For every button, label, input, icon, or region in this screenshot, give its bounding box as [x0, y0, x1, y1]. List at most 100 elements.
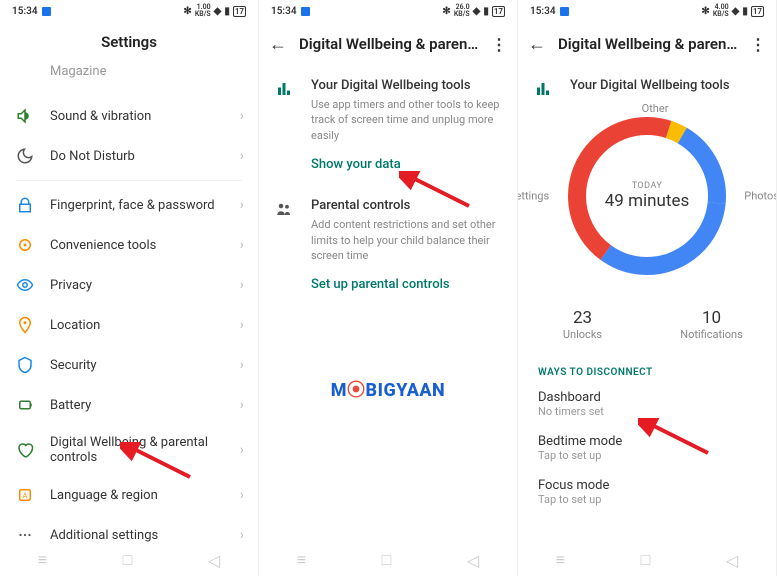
today-label: TODAY — [632, 181, 663, 191]
settings-item-language[interactable]: A Language & region › — [0, 475, 258, 515]
donut-center: TODAY 49 minutes — [557, 106, 737, 286]
item-label: Magazine — [50, 64, 244, 79]
nav-back-icon[interactable]: ◁ — [726, 551, 738, 570]
tools-title: Your Digital Wellbeing tools — [311, 78, 501, 93]
gear-icon — [16, 236, 34, 254]
back-icon[interactable]: ← — [269, 34, 287, 55]
nav-back-icon[interactable]: ◁ — [208, 551, 220, 570]
show-your-data-link[interactable]: Show your data — [259, 147, 517, 186]
chevron-right-icon: › — [240, 148, 244, 164]
chevron-right-icon: › — [240, 397, 244, 413]
wifi-icon: ◆ — [732, 6, 740, 17]
status-app-icon — [42, 7, 51, 16]
screen-wellbeing-intro: 15:34 ✻ 26.0KB/S ◆ ▮ 17 ← Digital Wellbe… — [259, 0, 518, 576]
dots-icon — [16, 526, 34, 544]
segment-label-other: Other — [642, 102, 669, 115]
parental-controls-block: Parental controls Add content restrictio… — [259, 186, 517, 267]
wifi-icon: ◆ — [214, 6, 222, 17]
nav-home-icon[interactable]: □ — [641, 550, 651, 570]
nav-home-icon[interactable]: □ — [382, 550, 392, 570]
nav-home-icon[interactable]: □ — [123, 550, 133, 570]
status-app-icon — [560, 7, 569, 16]
chart-icon — [534, 80, 552, 98]
chevron-right-icon: › — [240, 108, 244, 124]
language-icon: A — [16, 486, 34, 504]
tools-title: Your Digital Wellbeing tools — [570, 78, 760, 93]
bluetooth-icon: ✻ — [442, 6, 450, 17]
chevron-right-icon: › — [240, 527, 244, 543]
chevron-right-icon: › — [240, 197, 244, 213]
chevron-right-icon: › — [240, 357, 244, 373]
item-label: Convenience tools — [50, 238, 224, 253]
nav-recent-icon[interactable]: ≡ — [556, 550, 565, 570]
more-icon[interactable]: ⋮ — [491, 35, 507, 54]
back-icon[interactable]: ← — [528, 34, 546, 55]
chart-icon — [275, 80, 293, 143]
item-dashboard[interactable]: Dashboard No timers set — [518, 382, 776, 426]
segment-label-photos: Photos — [744, 190, 776, 203]
status-bar: 15:34 ✻ 4.00KB/S ◆ ▮ 17 — [518, 0, 776, 22]
settings-item-convenience[interactable]: Convenience tools › — [0, 225, 258, 265]
settings-item-battery[interactable]: Battery › — [0, 385, 258, 425]
family-icon — [275, 200, 293, 263]
screen-time-donut[interactable]: TODAY 49 minutes Other Photos Settings — [557, 106, 737, 286]
moon-icon — [16, 147, 34, 165]
signal-icon: ▮ — [224, 6, 230, 17]
item-label: Privacy — [50, 278, 224, 293]
battery-icon: 17 — [492, 6, 505, 17]
divider — [16, 180, 242, 181]
wellbeing-tools-block: Your Digital Wellbeing tools — [518, 66, 776, 98]
signal-icon: ▮ — [742, 6, 748, 17]
item-label: Fingerprint, face & password — [50, 198, 224, 213]
settings-item-wellbeing[interactable]: Digital Wellbeing & parental controls › — [0, 425, 258, 475]
chevron-right-icon: › — [240, 237, 244, 253]
ways-to-disconnect-header: WAYS TO DISCONNECT — [518, 353, 776, 382]
item-label: Battery — [50, 398, 224, 413]
status-bar: 15:34 ✻ 1.00KB/S ◆ ▮ 17 — [0, 0, 258, 22]
segment-label-settings: Settings — [518, 190, 549, 203]
shield-icon — [16, 356, 34, 374]
nav-recent-icon[interactable]: ≡ — [38, 550, 47, 570]
item-label: Security — [50, 358, 224, 373]
item-bedtime-mode[interactable]: Bedtime mode Tap to set up — [518, 426, 776, 470]
stat-notifications[interactable]: 10 Notifications — [647, 308, 776, 341]
heart-icon — [16, 441, 34, 459]
wellbeing-tools-block: Your Digital Wellbeing tools Use app tim… — [259, 66, 517, 147]
today-value: 49 minutes — [605, 191, 689, 211]
item-label: Additional settings — [50, 528, 224, 543]
bluetooth-icon: ✻ — [183, 6, 191, 17]
settings-item-privacy[interactable]: Privacy › — [0, 265, 258, 305]
pin-icon — [16, 316, 34, 334]
stat-unlocks[interactable]: 23 Unlocks — [518, 308, 647, 341]
settings-item-magazine[interactable]: Magazine — [0, 62, 258, 96]
nav-bar: ≡ □ ◁ — [0, 544, 258, 576]
setup-parental-link[interactable]: Set up parental controls — [259, 267, 517, 306]
bluetooth-icon: ✻ — [701, 6, 709, 17]
settings-item-additional[interactable]: Additional settings › — [0, 515, 258, 544]
page-title: Digital Wellbeing & paren… — [558, 35, 738, 53]
settings-item-sound[interactable]: Sound & vibration › — [0, 96, 258, 136]
battery-icon — [16, 396, 34, 414]
sound-icon — [16, 107, 34, 125]
nav-back-icon[interactable]: ◁ — [467, 551, 479, 570]
nav-recent-icon[interactable]: ≡ — [297, 550, 306, 570]
settings-item-dnd[interactable]: Do Not Disturb › — [0, 136, 258, 176]
settings-item-security[interactable]: Security › — [0, 345, 258, 385]
item-label: Do Not Disturb — [50, 149, 224, 164]
item-label: Location — [50, 318, 224, 333]
page-title: Digital Wellbeing & paren… — [299, 35, 479, 53]
settings-item-location[interactable]: Location › — [0, 305, 258, 345]
chevron-right-icon: › — [240, 487, 244, 503]
more-icon[interactable]: ⋮ — [750, 35, 766, 54]
battery-icon: 17 — [751, 6, 764, 17]
chevron-right-icon: › — [240, 277, 244, 293]
logo-o-icon: ⦿ — [347, 376, 366, 402]
nav-bar: ≡ □ ◁ — [259, 544, 517, 576]
screen-wellbeing-dashboard: 15:34 ✻ 4.00KB/S ◆ ▮ 17 ← Digital Wellbe… — [518, 0, 777, 576]
parental-title: Parental controls — [311, 198, 501, 213]
item-label: Digital Wellbeing & parental controls — [50, 435, 224, 465]
status-bar: 15:34 ✻ 26.0KB/S ◆ ▮ 17 — [259, 0, 517, 22]
app-bar: ← Digital Wellbeing & paren… ⋮ — [518, 22, 776, 66]
settings-item-fingerprint[interactable]: Fingerprint, face & password › — [0, 185, 258, 225]
item-focus-mode[interactable]: Focus mode Tap to set up — [518, 470, 776, 514]
